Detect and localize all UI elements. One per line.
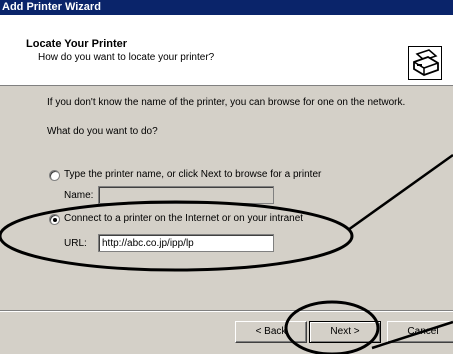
printer-icon (408, 46, 442, 80)
wizard-footer: < Back Next > Cancel (0, 312, 453, 354)
wizard-content: If you don't know the name of the printe… (0, 86, 453, 310)
option-type-name-label[interactable]: Type the printer name, or click Next to … (64, 169, 321, 180)
intro-text: If you don't know the name of the printe… (47, 97, 406, 108)
page-subtitle: How do you want to locate your printer? (38, 52, 215, 63)
url-label: URL: (64, 238, 87, 249)
printer-url-field[interactable] (98, 234, 274, 252)
wizard-header: Locate Your Printer How do you want to l… (0, 15, 453, 86)
back-button[interactable]: < Back (235, 321, 307, 343)
page-title: Locate Your Printer (26, 38, 128, 50)
next-button[interactable]: Next > (309, 321, 381, 343)
window-title-bar: Add Printer Wizard (0, 0, 453, 15)
question-text: What do you want to do? (47, 126, 158, 137)
cancel-button[interactable]: Cancel (387, 321, 453, 343)
option-connect-url-label[interactable]: Connect to a printer on the Internet or … (64, 213, 303, 224)
name-label: Name: (64, 190, 94, 201)
window-title: Add Printer Wizard (2, 1, 101, 13)
option-type-name-radio[interactable] (49, 170, 60, 181)
option-connect-url-radio[interactable] (49, 214, 60, 225)
printer-name-field[interactable] (98, 186, 274, 204)
